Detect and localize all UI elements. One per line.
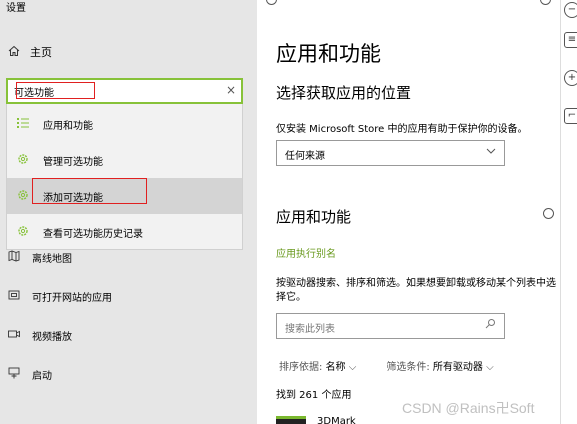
- suggestion-label: 查看可选功能历史记录: [43, 228, 143, 240]
- page-title: 应用和功能: [276, 42, 381, 66]
- overlay-circle-marker: [266, 0, 277, 5]
- nav-item-label: 启动: [32, 371, 52, 382]
- source-description: 仅安装 Microsoft Store 中的应用有助于保护你的设备。: [276, 124, 528, 135]
- list-search-input[interactable]: 搜索此列表: [276, 313, 505, 339]
- section-heading-source: 选择获取应用的位置: [276, 84, 412, 102]
- search-icon: [485, 318, 496, 332]
- chevron-down-icon: [486, 146, 496, 159]
- nav-item-video[interactable]: 视频播放: [8, 328, 72, 343]
- suggestion-label: 管理可选功能: [43, 156, 103, 168]
- nav-item-startup[interactable]: 启动: [8, 367, 52, 382]
- suggestion-item[interactable]: 管理可选功能: [7, 142, 242, 178]
- notes-icon[interactable]: ≡: [564, 32, 577, 48]
- overlay-circle-marker: [540, 0, 551, 5]
- search-suggestions: 应用和功能 管理可选功能 添加可选功能 查看可选功能历史记录: [6, 104, 243, 250]
- clear-icon[interactable]: ×: [226, 83, 236, 97]
- section-heading-apps: 应用和功能: [276, 208, 352, 226]
- window-title: 设置: [6, 3, 26, 14]
- content-pane: 应用和功能 选择获取应用的位置 仅安装 Microsoft Store 中的应用…: [257, 0, 560, 424]
- app-name[interactable]: 3DMark: [317, 416, 356, 424]
- video-icon: [8, 328, 20, 343]
- sort-control[interactable]: 排序依据: 名称 ⌵: [279, 358, 356, 373]
- overlay-circle-marker: [543, 208, 554, 219]
- suggestion-highlight-box: [32, 178, 147, 204]
- apps-found-count: 找到 261 个应用: [276, 390, 352, 401]
- nav-item-offline-maps[interactable]: 离线地图: [8, 250, 72, 265]
- chevron-down-icon: ⌵: [486, 362, 494, 373]
- suggestion-item[interactable]: 应用和功能: [7, 106, 242, 142]
- sort-value: 名称: [325, 362, 346, 373]
- sort-label: 排序依据:: [279, 362, 323, 373]
- nav-item-label: 离线地图: [32, 254, 72, 265]
- chevron-down-icon: ⌵: [348, 362, 357, 373]
- filter-control[interactable]: 筛选条件: 所有驱动器 ⌵: [386, 358, 493, 373]
- gear-icon: [17, 189, 29, 204]
- nav-item-label: 视频播放: [32, 332, 72, 343]
- map-icon: [8, 250, 20, 265]
- startup-icon: [8, 367, 20, 382]
- suggestion-item[interactable]: 查看可选功能历史记录: [7, 214, 242, 250]
- app-icon: [276, 416, 306, 424]
- apps-description: 按驱动器搜索、排序和筛选。如果想要卸载或移动某个列表中选择它。: [276, 278, 556, 303]
- nav-home-label: 主页: [30, 46, 52, 59]
- search-highlight-box: [16, 82, 95, 99]
- filter-value: 所有驱动器: [432, 362, 483, 373]
- zoom-out-icon[interactable]: −: [564, 2, 577, 18]
- home-icon: [8, 45, 20, 60]
- watermark: CSDN @Rains卍Soft: [402, 400, 535, 416]
- source-dropdown-value: 任何来源: [285, 151, 325, 162]
- side-toolbar: − ≡ + ⌐: [560, 0, 577, 424]
- crop-icon[interactable]: ⌐: [564, 108, 577, 124]
- web-app-icon: [8, 289, 20, 304]
- list-search-placeholder: 搜索此列表: [285, 324, 335, 335]
- list-icon: [17, 117, 29, 132]
- sort-filter-row: 排序依据: 名称 ⌵ 筛选条件: 所有驱动器 ⌵: [279, 358, 494, 373]
- nav-item-web-apps[interactable]: 可打开网站的应用: [8, 289, 112, 304]
- suggestion-label: 应用和功能: [43, 120, 93, 132]
- add-icon[interactable]: +: [564, 70, 577, 86]
- settings-search-box[interactable]: ×: [6, 78, 243, 104]
- gear-icon: [17, 153, 29, 168]
- nav-item-label: 可打开网站的应用: [32, 293, 112, 304]
- settings-nav-pane: 设置 主页 × 应用和功能 管理可选功能 添加可选功能: [0, 0, 257, 424]
- filter-label: 筛选条件:: [386, 362, 430, 373]
- source-dropdown[interactable]: 任何来源: [276, 140, 505, 166]
- nav-home[interactable]: 主页: [8, 44, 52, 60]
- app-execution-alias-link[interactable]: 应用执行别名: [276, 245, 336, 260]
- gear-icon: [17, 225, 29, 240]
